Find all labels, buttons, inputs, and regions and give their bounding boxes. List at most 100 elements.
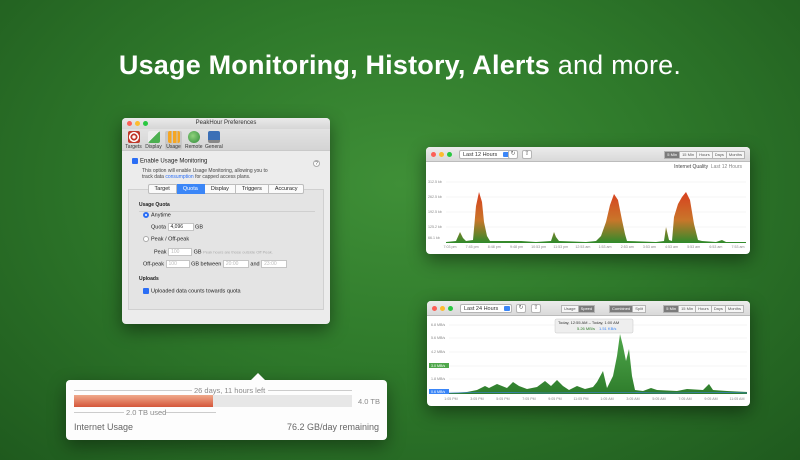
quality-chart: 312.5 kb 262.5 kb 192.5 kb 125.2 kb 66.1… [428, 180, 746, 249]
offpeak-input[interactable]: 100 [165, 259, 190, 268]
seg-hours[interactable]: Hours [697, 151, 713, 159]
peak-note: Peak hours are those outside Off Peak. [203, 249, 273, 255]
description-line2b: for capped access plans. [193, 173, 251, 180]
seg-days[interactable]: Days [711, 305, 726, 313]
toolbar-remote-label: Remote [185, 144, 203, 150]
x-tick: 7:45 pm [466, 245, 479, 249]
minimize-button[interactable] [439, 152, 444, 157]
y-tick: 66.1 kb [428, 236, 440, 240]
peak-input[interactable]: 100 [168, 247, 193, 256]
y-tick: 4.2 MB/s [431, 350, 445, 354]
peak-offpeak-radio[interactable] [143, 235, 149, 242]
help-button[interactable]: ? [313, 160, 320, 167]
anytime-radio[interactable] [143, 211, 149, 218]
seg-months[interactable]: Months [725, 305, 744, 313]
uploads-checkbox[interactable] [143, 287, 149, 294]
tooltip-range: Today, 12:55 AM – Today, 1:00 AM [558, 320, 619, 325]
share-icon[interactable]: ⇧ [522, 150, 532, 159]
x-tick: 5:53 am [687, 245, 700, 249]
enable-usage-row[interactable]: Enable Usage Monitoring [132, 158, 322, 165]
interval-segments: 5 Min 15 Min Hours Days Months [664, 151, 745, 159]
days-bracket-left [74, 390, 192, 391]
x-tick: 7:05 PM [522, 397, 535, 401]
toolbar-targets-label: Targets [125, 144, 142, 150]
refresh-icon[interactable]: ↻ [508, 150, 518, 159]
x-tick: 3:53 am [643, 245, 656, 249]
consumption-link[interactable]: consumption [165, 174, 193, 180]
range-select[interactable]: Last 24 Hours [460, 304, 513, 313]
enable-usage-checkbox[interactable] [132, 158, 138, 164]
to-time-input[interactable]: 23:00 [261, 259, 288, 268]
toolbar-remote[interactable]: Remote [185, 131, 203, 150]
x-tick: 7:53 am [732, 245, 745, 249]
seg-15min[interactable]: 15 Min [679, 305, 697, 313]
usage-progress-fill [74, 395, 213, 407]
toggle-usage[interactable]: Usage [561, 305, 579, 313]
tab-target[interactable]: Target [147, 183, 177, 194]
seg-hours[interactable]: Hours [696, 305, 712, 313]
toolbar-general[interactable]: General [205, 131, 223, 150]
seg-15min[interactable]: 15 Min [680, 151, 698, 159]
close-button[interactable] [432, 306, 437, 311]
toolbar-display-label: Display [145, 144, 162, 150]
close-button[interactable] [431, 152, 436, 157]
toolbar-targets[interactable]: Targets [125, 131, 142, 150]
quota-input[interactable]: 4,096 [167, 222, 194, 231]
peak-offpeak-label: Peak / Off-peak [151, 236, 190, 243]
headline: Usage Monitoring, History, Alerts and mo… [0, 50, 800, 81]
chart-icon [147, 131, 160, 143]
headline-bold: Usage Monitoring, History, Alerts [118, 50, 551, 80]
y-tick: 312.5 kb [428, 180, 442, 184]
share-icon[interactable]: ⇧ [531, 304, 541, 313]
zoom-button[interactable] [448, 306, 453, 311]
seg-5min[interactable]: 5 Min [663, 305, 680, 313]
x-tick: 10:53 pm [531, 245, 546, 249]
y-tick: 6.8 MB/s [431, 323, 445, 327]
range-select[interactable]: Last 12 Hours [459, 150, 512, 159]
usage-toolbar: Last 24 Hours ↻ ⇧ Usage Speed Combined S… [427, 301, 750, 316]
seg-days[interactable]: Days [712, 151, 727, 159]
x-tick: 1:05 AM [600, 397, 613, 401]
headline-rest: and more. [550, 50, 682, 80]
x-tick: 5:05 AM [652, 397, 665, 401]
from-time-input[interactable]: 20:00 [222, 259, 249, 268]
tooltip-up: 1.51 KB/s [599, 326, 616, 331]
anytime-option[interactable]: Anytime [143, 211, 171, 219]
seg-5min[interactable]: 5 Min [664, 151, 681, 159]
y-tick: 5.6 MB/s [431, 336, 445, 340]
peak-label: Peak [154, 249, 167, 256]
x-tick: 11:05 PM [573, 397, 588, 401]
tab-accuracy[interactable]: Accuracy [268, 183, 305, 194]
zoom-button[interactable] [447, 152, 452, 157]
usage-progress-bar [74, 395, 352, 407]
uploads-row[interactable]: Uploaded data counts towards quota [143, 287, 241, 294]
y-tick: 262.5 kb [428, 195, 442, 199]
refresh-icon[interactable]: ↻ [516, 304, 526, 313]
between-label: GB between [191, 261, 222, 268]
toggle-split[interactable]: Split [633, 305, 647, 313]
peak-offpeak-option[interactable]: Peak / Off-peak [143, 235, 190, 243]
toggle-combined[interactable]: Combined [609, 305, 634, 313]
zoom-button[interactable] [143, 121, 148, 126]
toolbar-display[interactable]: Display [145, 131, 162, 150]
x-tick: 11:05 AM [730, 397, 745, 401]
widget-title: Internet Usage [74, 422, 134, 432]
quota-unit: GB [195, 224, 203, 231]
peak-unit: GB [193, 249, 202, 256]
tab-quota[interactable]: Quota [176, 183, 205, 194]
usage-window: Last 24 Hours ↻ ⇧ Usage Speed Combined S… [427, 301, 750, 406]
minimize-button[interactable] [135, 121, 140, 126]
close-button[interactable] [127, 121, 132, 126]
seg-months[interactable]: Months [726, 151, 745, 159]
tab-triggers[interactable]: Triggers [235, 183, 269, 194]
toolbar-usage[interactable]: Usage [165, 131, 182, 150]
toggle-speed[interactable]: Speed [578, 305, 596, 313]
used-bracket-right [166, 412, 216, 413]
minimize-button[interactable] [440, 306, 445, 311]
preferences-body: Enable Usage Monitoring This option will… [122, 151, 330, 180]
x-tick: 11:53 pm [553, 245, 568, 249]
uploads-title: Uploads [139, 275, 159, 282]
anytime-label: Anytime [151, 212, 171, 219]
preferences-tabs: Target Quota Display Triggers Accuracy [122, 183, 330, 194]
tab-display[interactable]: Display [204, 183, 236, 194]
